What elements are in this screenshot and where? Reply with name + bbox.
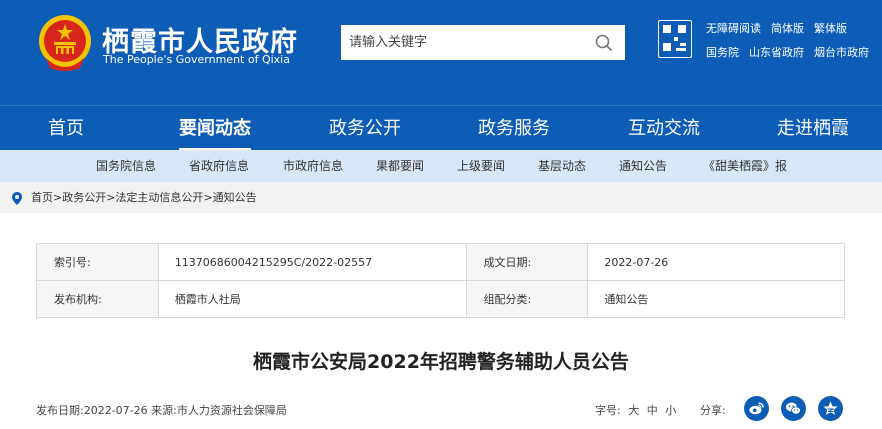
org-value: 栖霞市人社局 <box>157 280 467 318</box>
font-size-small[interactable]: 小 <box>665 404 676 417</box>
article-title: 栖霞市公安局2022年招聘警务辅助人员公告 <box>253 351 629 373</box>
date-value: 2022-07-26 <box>587 243 845 281</box>
index-label: 索引号: <box>36 243 159 281</box>
subnav-grassroots-news[interactable]: 基层动态 <box>538 150 586 182</box>
location-pin-icon <box>12 192 22 205</box>
breadcrumb-gov-affairs[interactable]: 政务公开 <box>62 191 106 204</box>
share-qzone-button[interactable] <box>818 396 843 421</box>
subnav-superior-news[interactable]: 上级要闻 <box>457 150 505 182</box>
breadcrumb-notices[interactable]: 通知公告 <box>213 191 257 204</box>
search-box <box>341 25 625 60</box>
category-label: 组配分类: <box>465 280 589 318</box>
subnav-city-info[interactable]: 市政府信息 <box>283 150 343 182</box>
table-row: 索引号: 11370686004215295C/2022-02557 成文日期:… <box>36 243 845 281</box>
search-input[interactable] <box>341 25 581 60</box>
nav-about-qixia[interactable]: 走进栖霞 <box>777 106 849 151</box>
yantai-gov-link[interactable]: 烟台市政府 <box>814 44 869 60</box>
simplified-chinese-link[interactable]: 简体版 <box>771 20 804 36</box>
top-links: 无障碍阅读 简体版 繁体版 国务院 山东省政府 烟台市政府 <box>706 20 869 68</box>
shandong-gov-link[interactable]: 山东省政府 <box>749 44 804 60</box>
breadcrumb-bar: 首页>政务公开>法定主动信息公开>通知公告 <box>0 182 882 213</box>
breadcrumb-disclosure[interactable]: 法定主动信息公开 <box>115 191 203 204</box>
document-meta-table: 索引号: 11370686004215295C/2022-02557 成文日期:… <box>36 243 845 318</box>
main-nav: 首页 要闻动态 政务公开 政务服务 互动交流 走进栖霞 <box>0 105 882 151</box>
subnav-notices[interactable]: 通知公告 <box>619 150 667 182</box>
site-subtitle: The People's Government of Qixia <box>103 53 290 66</box>
qr-code-icon[interactable] <box>658 20 692 58</box>
header: 栖霞市人民政府 The People's Government of Qixia… <box>0 0 882 105</box>
table-row: 发布机构: 栖霞市人社局 组配分类: 通知公告 <box>36 280 845 318</box>
state-council-link[interactable]: 国务院 <box>706 44 739 60</box>
nav-news[interactable]: 要闻动态 <box>179 106 251 151</box>
traditional-chinese-link[interactable]: 繁体版 <box>814 20 847 36</box>
font-size-medium[interactable]: 中 <box>647 404 658 417</box>
category-value: 通知公告 <box>587 280 845 318</box>
search-icon[interactable] <box>595 34 613 52</box>
share-wechat-button[interactable] <box>781 396 806 421</box>
breadcrumb: 首页>政务公开>法定主动信息公开>通知公告 <box>31 191 257 204</box>
breadcrumb-home[interactable]: 首页 <box>31 191 53 204</box>
index-value: 11370686004215295C/2022-02557 <box>157 243 467 281</box>
subnav-state-council-info[interactable]: 国务院信息 <box>96 150 156 182</box>
weibo-icon <box>749 402 764 415</box>
national-emblem-icon <box>39 15 91 71</box>
subnav-guodu-news[interactable]: 果都要闻 <box>376 150 424 182</box>
subnav-newspaper[interactable]: 《甜美栖霞》报 <box>703 150 787 182</box>
wechat-icon <box>786 402 801 415</box>
accessibility-link[interactable]: 无障碍阅读 <box>706 20 761 36</box>
share-label: 分享: <box>700 404 726 417</box>
date-label: 成文日期: <box>465 243 589 281</box>
subnav-provincial-info[interactable]: 省政府信息 <box>189 150 249 182</box>
nav-home[interactable]: 首页 <box>48 106 84 151</box>
org-label: 发布机构: <box>36 280 159 318</box>
article-info: 发布日期:2022-07-26 来源:市人力资源社会保障局 <box>36 404 287 417</box>
sub-nav: 国务院信息 省政府信息 市政府信息 果都要闻 上级要闻 基层动态 通知公告 《甜… <box>0 150 882 182</box>
qzone-icon <box>823 401 838 415</box>
share-weibo-button[interactable] <box>744 396 769 421</box>
nav-interaction[interactable]: 互动交流 <box>628 106 700 151</box>
nav-gov-affairs[interactable]: 政务公开 <box>329 106 401 151</box>
font-size-large[interactable]: 大 <box>628 404 639 417</box>
nav-services[interactable]: 政务服务 <box>478 106 550 151</box>
font-size-control: 字号: 大 中 小 <box>595 402 676 418</box>
font-size-label: 字号: <box>595 404 621 417</box>
